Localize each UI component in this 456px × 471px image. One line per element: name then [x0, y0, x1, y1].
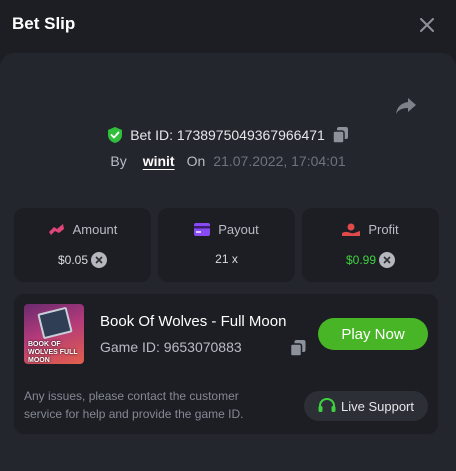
live-support-button[interactable]: Live Support: [304, 391, 428, 421]
payout-card: Payout 21 x: [158, 208, 295, 282]
bet-id-row: Bet ID: 1738975049367966471: [0, 124, 456, 146]
game-id: Game ID: 9653070883: [100, 339, 242, 355]
payout-value: 21 x: [215, 252, 238, 266]
amount-icon: [48, 223, 64, 235]
bet-id-value: 1738975049367966471: [176, 127, 325, 143]
page-title: Bet Slip: [12, 14, 76, 33]
close-icon: [420, 18, 434, 32]
game-id-label: Game ID:: [100, 339, 160, 355]
live-support-label: Live Support: [341, 398, 414, 414]
headset-icon: [318, 398, 336, 412]
game-thumbnail[interactable]: BOOK OF WOLVES FULL MOON: [24, 304, 84, 364]
payout-icon: [194, 223, 211, 236]
coin-icon: [91, 252, 108, 268]
close-button[interactable]: [416, 14, 438, 36]
coin-icon: [379, 252, 396, 268]
bet-id-label: Bet ID:: [130, 127, 173, 143]
profit-icon: [342, 223, 361, 236]
shield-check-icon: [108, 127, 123, 143]
copy-bet-id-icon[interactable]: [332, 127, 348, 143]
book-image: [37, 306, 73, 340]
bet-date: 21.07.2022, 17:04:01: [213, 153, 346, 169]
profit-card: Profit $0.99: [302, 208, 439, 282]
share-icon: [396, 98, 416, 114]
play-now-button[interactable]: Play Now: [318, 318, 428, 350]
copy-game-id-icon[interactable]: [290, 340, 306, 356]
bet-author-row: By winit On 21.07.2022, 17:04:01: [0, 150, 456, 172]
share-button[interactable]: [393, 94, 419, 118]
amount-card: Amount $0.05: [14, 208, 151, 282]
profit-label: Profit: [368, 222, 399, 237]
amount-label: Amount: [72, 222, 118, 237]
game-card: BOOK OF WOLVES FULL MOON Book Of Wolves …: [14, 294, 438, 434]
payout-label: Payout: [218, 222, 259, 237]
game-id-value: 9653070883: [163, 339, 242, 355]
thumbnail-title: BOOK OF WOLVES FULL MOON: [28, 341, 78, 364]
game-name: Book Of Wolves - Full Moon: [100, 313, 287, 330]
by-label: By: [110, 153, 127, 169]
support-text: Any issues, please contact the customer …: [24, 389, 244, 421]
username-link[interactable]: winit: [143, 153, 175, 169]
on-label: On: [186, 153, 206, 169]
bet-slip-header: Bet Slip: [0, 0, 456, 52]
amount-value: $0.05: [57, 253, 89, 267]
profit-value: $0.99: [345, 253, 377, 267]
